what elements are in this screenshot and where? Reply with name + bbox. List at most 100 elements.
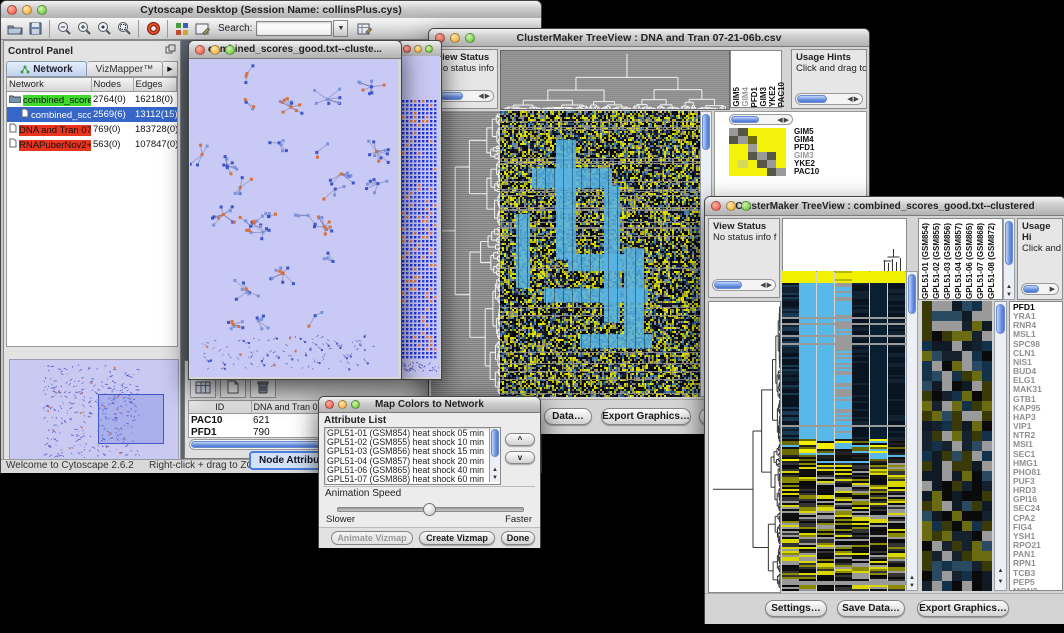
help-lifebuoy-icon[interactable] (143, 20, 163, 37)
done-button[interactable]: Done (501, 531, 535, 545)
open-file-icon[interactable] (5, 20, 25, 37)
col-network[interactable]: Network (7, 78, 91, 92)
close-button[interactable] (195, 45, 205, 55)
overview-viewport-rect[interactable] (98, 394, 164, 444)
treeview2-window: ClusterMaker TreeView : combined_scores_… (704, 196, 1064, 624)
zoom-button[interactable] (425, 45, 433, 53)
search-input[interactable] (256, 21, 332, 36)
column-label: GPL51-03 (GSM856) (944, 223, 952, 299)
attribute-list-item[interactable]: GPL51-07 (GSM868) heat shock 60 min (327, 475, 500, 484)
vizmap-icon[interactable] (172, 20, 192, 37)
annotation-icon[interactable] (192, 20, 212, 37)
network-name: RNAPuberNov2+ (19, 140, 91, 151)
tv2-heatmap-vscrollbar[interactable]: ▲▼ (906, 271, 918, 591)
zoom-out-icon[interactable] (54, 20, 74, 37)
close-button[interactable] (711, 201, 721, 211)
network-list-row[interactable]: combined_scores2764(0)16218(0) (7, 92, 177, 108)
tv1-export-graphics-button[interactable]: Export Graphics… (601, 408, 691, 425)
zoom-button[interactable] (741, 201, 751, 211)
network-overview[interactable] (9, 359, 179, 465)
zoom-selected-icon[interactable] (114, 20, 134, 37)
table-edit-icon[interactable] (354, 20, 374, 37)
tv2-detail-vscrollbar[interactable]: ▲▼ (994, 301, 1007, 591)
dialog-titlebar[interactable]: Map Colors to Network (319, 397, 540, 413)
file-icon (21, 110, 29, 121)
save-icon[interactable] (25, 20, 45, 37)
gene-label: PAC10 (794, 168, 819, 176)
attribute-list-vscrollbar[interactable]: ▲▼ (489, 428, 500, 482)
tv1-detail-heatmap[interactable] (729, 128, 786, 176)
tv1-hints-text: Click and drag tc (792, 63, 866, 74)
file-icon (9, 140, 17, 151)
zoom-button[interactable] (37, 5, 47, 15)
attribute-list-label: Attribute List (324, 415, 540, 426)
tv2-detail-heatmap[interactable] (922, 301, 992, 591)
tv2-column-dendrogram[interactable] (782, 218, 907, 272)
column-label: YKE2 (769, 86, 777, 107)
status-welcome: Welcome to Cytoscape 2.6.2 (6, 460, 134, 471)
col-edges[interactable]: Edges (133, 78, 177, 92)
minimize-button[interactable] (450, 33, 460, 43)
tv1-hints-scrollbar[interactable]: ◀▶ (795, 93, 863, 105)
tab-vizmapper[interactable]: VizMapper™ (87, 61, 163, 77)
tv2-settings-button[interactable]: Settings… (765, 600, 827, 617)
col-nodes[interactable]: Nodes (91, 78, 133, 92)
treeview1-titlebar[interactable]: ClusterMaker TreeView : DNA and Tran 07-… (429, 29, 869, 47)
tv2-hints-scrollbar[interactable]: ▶ (1021, 283, 1059, 295)
main-window-title: Cytoscape Desktop (Session Name: collins… (1, 4, 541, 16)
move-up-button[interactable]: ^ (505, 433, 535, 446)
animation-speed-slider[interactable] (337, 503, 522, 513)
main-titlebar[interactable]: Cytoscape Desktop (Session Name: collins… (1, 1, 541, 19)
zoom-button[interactable] (351, 400, 360, 409)
minimize-button[interactable] (414, 45, 422, 53)
network-list-row[interactable]: RNAPuberNov2+563(0)107847(0) (7, 137, 177, 152)
create-vizmap-button[interactable]: Create Vizmap (419, 531, 495, 545)
animate-vizmap-button[interactable]: Animate Vizmap (331, 531, 413, 545)
tv2-export-graphics-button[interactable]: Export Graphics… (917, 600, 1009, 617)
network2-canvas-area[interactable] (400, 56, 440, 377)
tv2-save-data-button[interactable]: Save Data… (837, 600, 905, 617)
attribute-list[interactable]: GPL51-01 (GSM854) heat shock 05 minGPL51… (324, 427, 501, 485)
zoom-fit-icon[interactable] (94, 20, 114, 37)
network-nodes: 2764(0) (91, 92, 133, 108)
zoom-in-icon[interactable] (74, 20, 94, 37)
float-panel-icon[interactable] (165, 41, 176, 59)
network-edges: 13112(15) (133, 107, 177, 122)
minimize-button[interactable] (726, 201, 736, 211)
move-down-button[interactable]: v (505, 451, 535, 464)
network-list-row[interactable]: DNA and Tran 07769(0)183728(0) (7, 122, 177, 137)
zoom-button[interactable] (465, 33, 475, 43)
network1-canvas[interactable] (190, 59, 398, 377)
slider-thumb[interactable] (423, 503, 436, 516)
tv2-gene-list[interactable]: PFD1YRA1RNR4MSL1SPC98CLN1NIS1BUD4ELG1MAK… (1009, 301, 1063, 591)
minimize-button[interactable] (338, 400, 347, 409)
window-controls[interactable] (7, 5, 47, 15)
tv1-save-data-button[interactable]: Data… (544, 408, 592, 425)
network2-grid-canvas[interactable] (401, 98, 439, 374)
dp-col-id[interactable]: ID (189, 401, 251, 414)
network-list-row[interactable]: combined_sco2569(6)13112(15) (7, 107, 177, 122)
minimize-button[interactable] (22, 5, 32, 15)
minimize-button[interactable] (210, 45, 220, 55)
tab-network[interactable]: Network (6, 61, 87, 77)
tv2-heatmap[interactable] (782, 271, 906, 591)
close-button[interactable] (325, 400, 334, 409)
search-dropdown-button[interactable]: ▼ (333, 20, 348, 37)
tv1-heatmap[interactable] (500, 111, 700, 397)
tv1-detail-hscrollbar[interactable]: ◀▶ (729, 114, 793, 125)
tv1-column-dendrogram[interactable] (500, 50, 730, 110)
network1-titlebar[interactable]: combined_scores_good.txt--cluste... (189, 41, 401, 59)
column-label: GPL51-04 (GSM857) (955, 223, 963, 299)
tv2-status-scrollbar[interactable]: ◀▶ (712, 279, 776, 291)
tv2-labels-vscrollbar[interactable]: ▲▼ (1003, 218, 1015, 300)
zoom-button[interactable] (225, 45, 235, 55)
network-name: combined_scores (23, 95, 91, 106)
gene-label[interactable]: MON2 (1013, 587, 1062, 591)
tv2-row-dendrogram[interactable] (708, 301, 781, 593)
treeview2-titlebar[interactable]: ClusterMaker TreeView : combined_scores_… (705, 197, 1064, 216)
close-button[interactable] (403, 45, 411, 53)
close-button[interactable] (7, 5, 17, 15)
treeview1-title: ClusterMaker TreeView : DNA and Tran 07-… (429, 32, 869, 44)
more-tabs-button[interactable]: ▶ (163, 61, 178, 77)
tv1-status-scrollbar[interactable]: ◀▶ (435, 90, 494, 102)
